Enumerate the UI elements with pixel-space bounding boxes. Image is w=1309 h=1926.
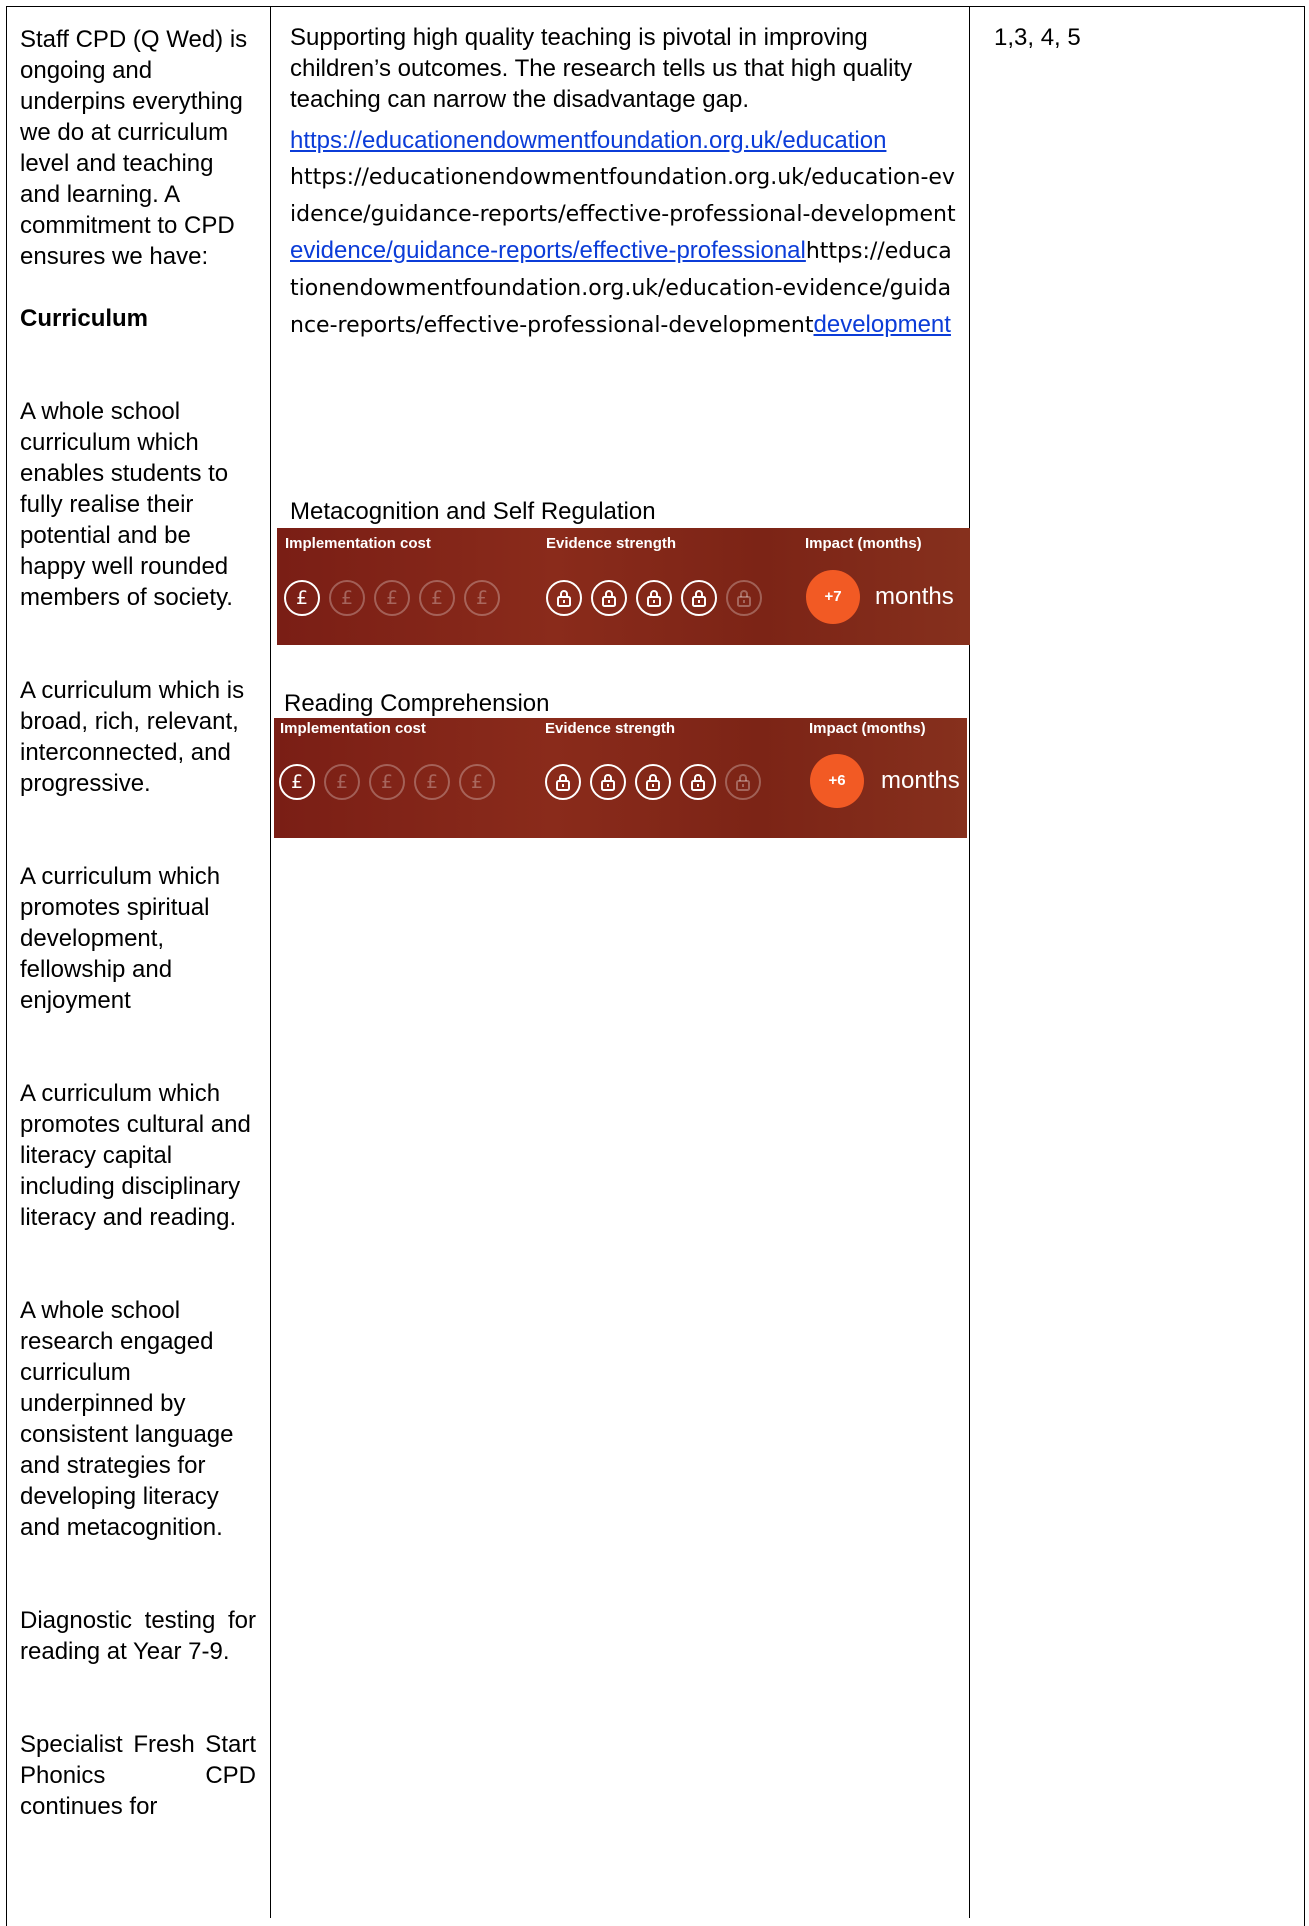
eef-url-text: https://educationendowmentfoundation.org… (290, 165, 956, 227)
impact-badge: +6 (810, 754, 864, 808)
curriculum-item: A curriculum which is broad, rich, relev… (20, 677, 245, 797)
pound-coin-icon: £ (414, 764, 450, 800)
column-divider-2 (969, 6, 970, 1918)
lock-icon (590, 764, 626, 800)
lock-icon (635, 764, 671, 800)
pound-coin-icon: £ (329, 580, 365, 616)
eef-link[interactable]: development (814, 311, 951, 338)
evidence-intro: Supporting high quality teaching is pivo… (290, 24, 913, 113)
curriculum-item: A whole school research engaged curricul… (20, 1297, 234, 1541)
cpd-intro: Staff CPD (Q Wed) is ongoing and underpi… (20, 26, 248, 270)
pound-coin-icon: £ (419, 580, 455, 616)
challenge-numbers: 1,3, 4, 5 (994, 24, 1081, 51)
pound-coin-icon: £ (284, 580, 320, 616)
curriculum-item: A curriculum which promotes spiritual de… (20, 863, 221, 1014)
document-page: Staff CPD (Q Wed) is ongoing and underpi… (0, 0, 1309, 1926)
curriculum-heading: Curriculum (20, 305, 149, 332)
impact-unit: months (875, 583, 954, 610)
lock-icon (636, 580, 672, 616)
lock-icon (546, 580, 582, 616)
eef-links: https://educationendowmentfoundation.org… (290, 123, 958, 344)
lock-icon (545, 764, 581, 800)
strategy-title: Reading Comprehension (284, 690, 550, 717)
eef-link[interactable]: evidence/guidance-reports/effective-prof… (290, 237, 806, 264)
curriculum-item: Specialist Fresh Start Phonics CPD conti… (20, 1731, 256, 1820)
cost-label: Implementation cost (285, 535, 431, 552)
lock-icon (591, 580, 627, 616)
impact-unit: months (881, 767, 960, 794)
impact-label: Impact (months) (805, 535, 922, 552)
activity-column: Staff CPD (Q Wed) is ongoing and underpi… (20, 24, 256, 1822)
evidence-label: Evidence strength (546, 535, 677, 552)
eef-link[interactable]: https://educationendowmentfoundation.org… (290, 127, 886, 154)
lock-icon (680, 764, 716, 800)
evidence-column: Supporting high quality teaching is pivo… (290, 22, 958, 344)
eef-summary-banner: Implementation cost Evidence strength Im… (274, 718, 967, 838)
curriculum-item: A curriculum which promotes cultural and… (20, 1080, 251, 1231)
pound-coin-icon: £ (369, 764, 405, 800)
strategy-title: Metacognition and Self Regulation (290, 498, 656, 525)
pound-coin-icon: £ (459, 764, 495, 800)
impact-label: Impact (months) (809, 720, 926, 737)
pound-coin-icon: £ (324, 764, 360, 800)
impact-badge: +7 (806, 570, 860, 624)
evidence-label: Evidence strength (545, 720, 676, 737)
curriculum-item: Diagnostic testing for reading at Year 7… (20, 1607, 256, 1665)
lock-icon (726, 580, 762, 616)
pound-coin-icon: £ (279, 764, 315, 800)
cost-label: Implementation cost (280, 720, 426, 737)
pound-coin-icon: £ (374, 580, 410, 616)
curriculum-item: A whole school curriculum which enables … (20, 398, 233, 611)
lock-icon (725, 764, 761, 800)
pound-coin-icon: £ (464, 580, 500, 616)
lock-icon (681, 580, 717, 616)
eef-summary-banner: Implementation cost Evidence strength Im… (277, 528, 970, 645)
column-divider-1 (270, 6, 271, 1918)
